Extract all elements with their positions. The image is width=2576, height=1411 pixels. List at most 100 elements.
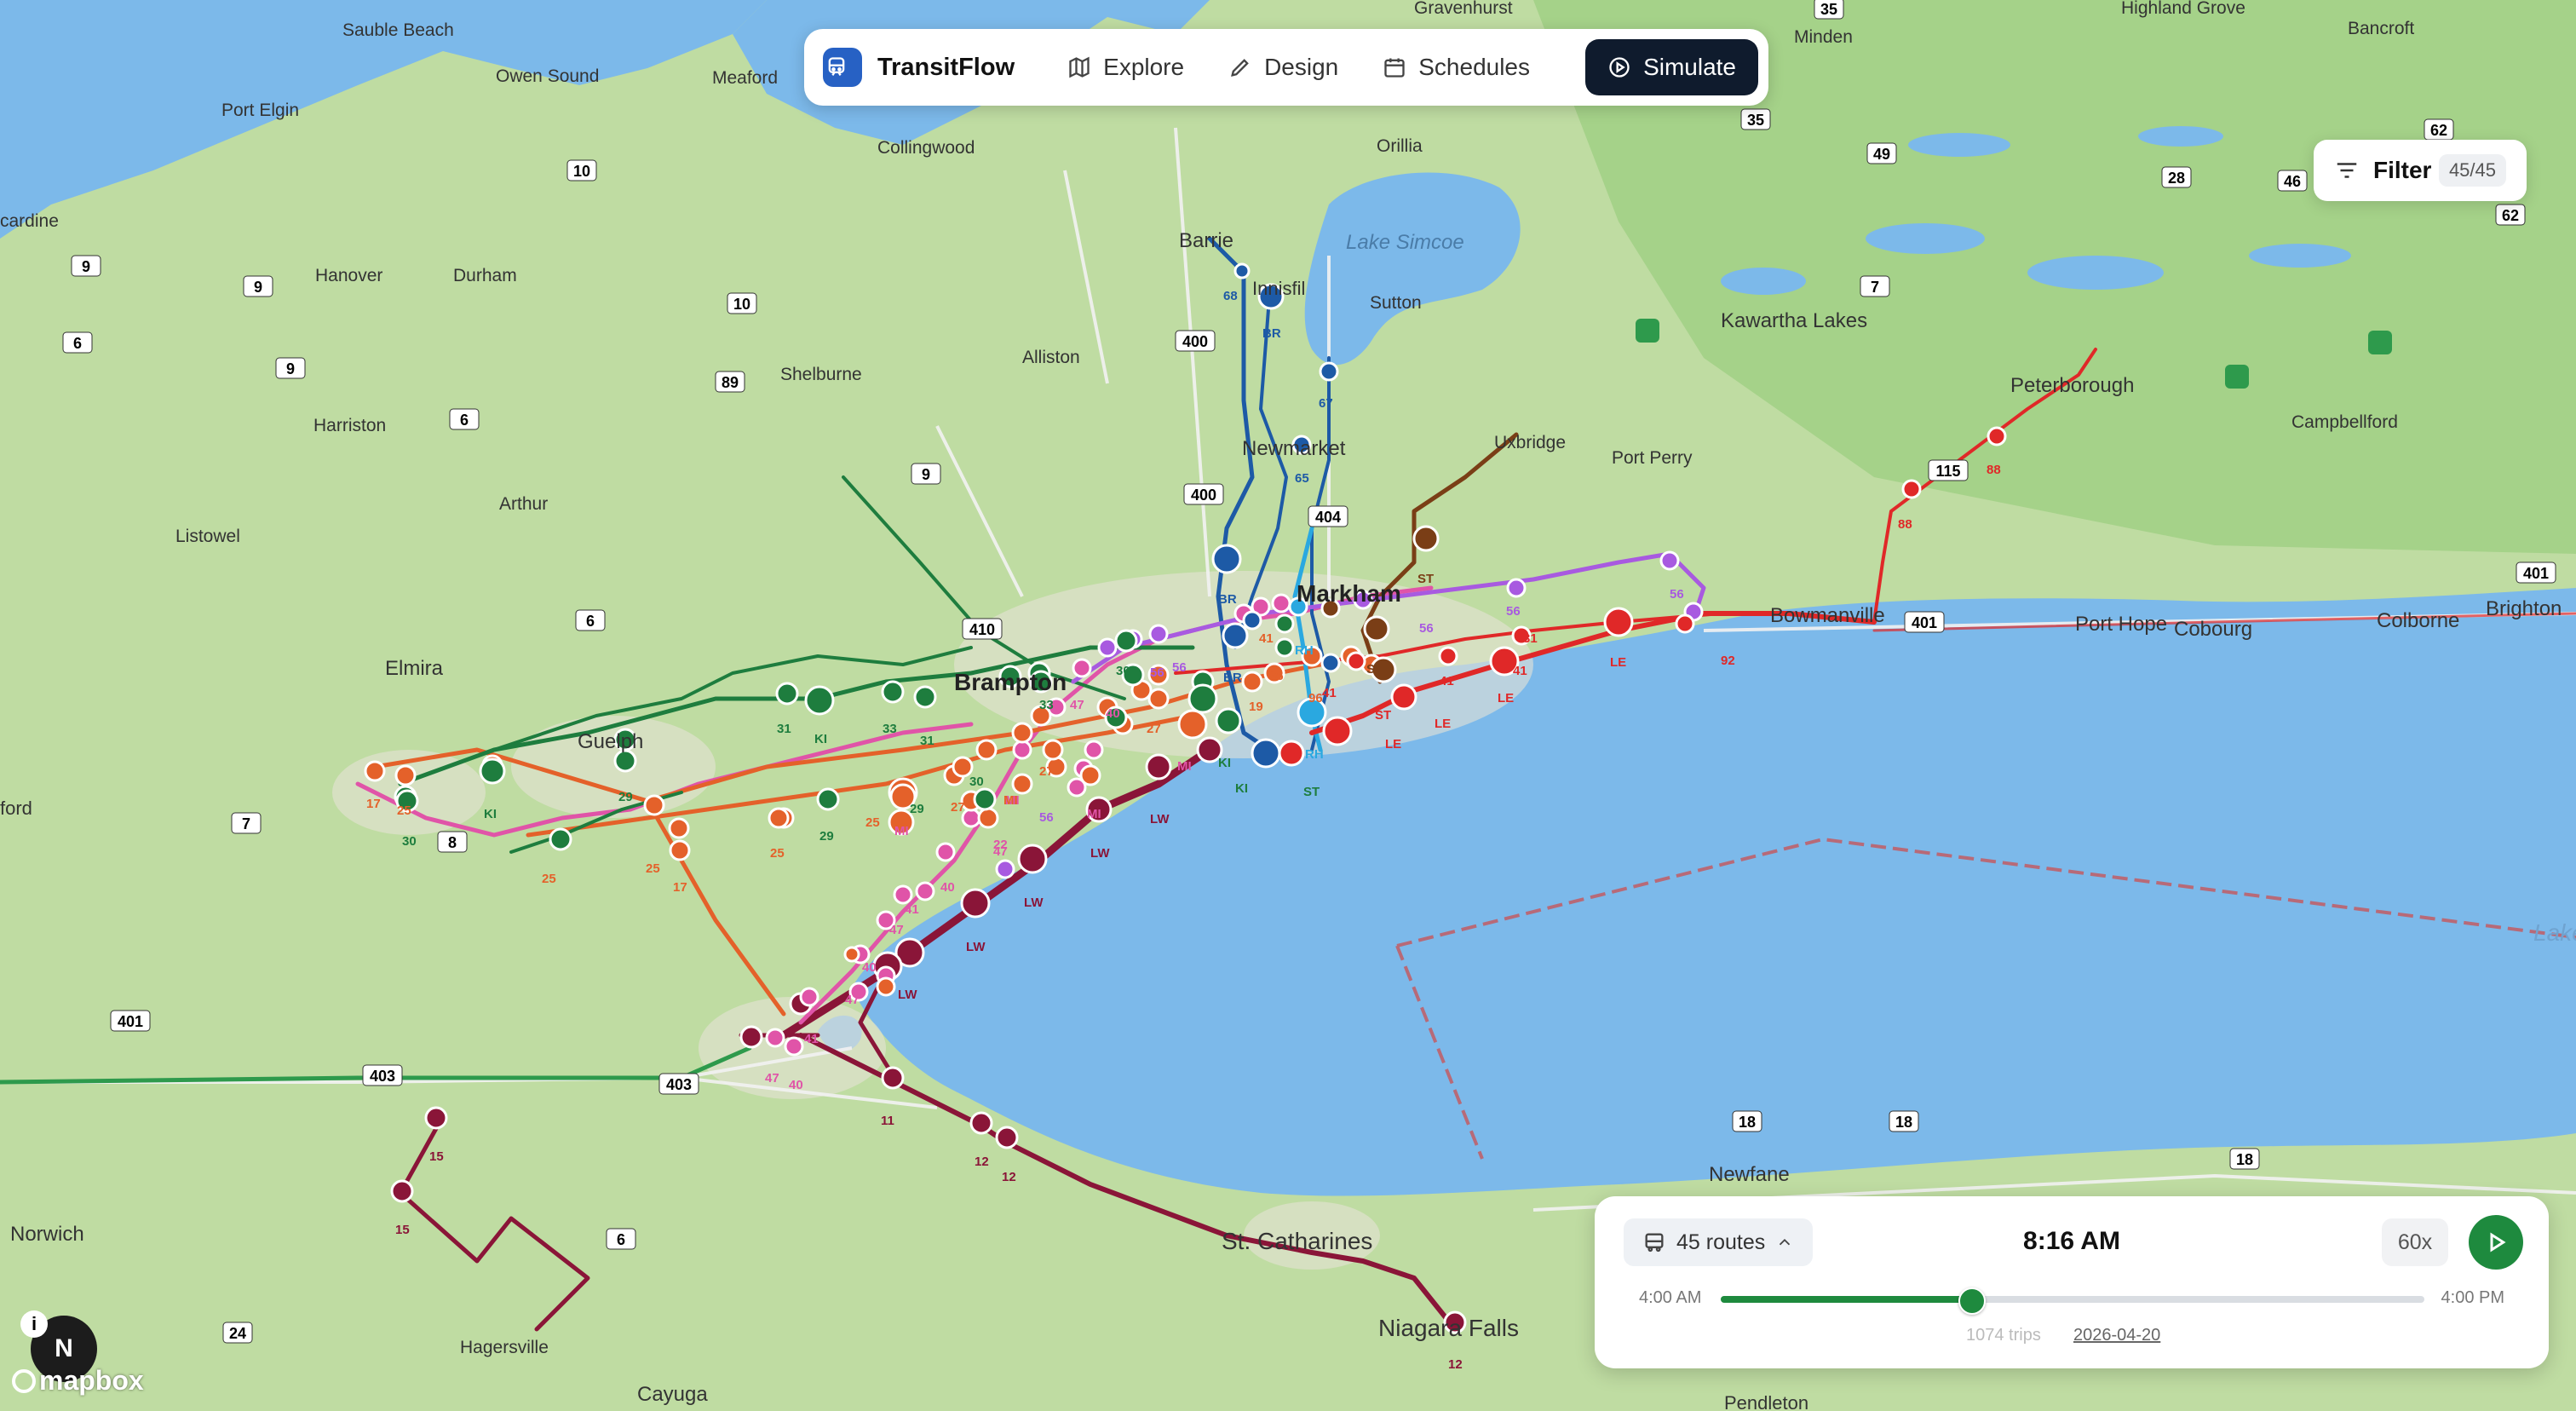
lake <box>1866 223 1985 254</box>
svg-text:40: 40 <box>789 1078 803 1092</box>
date-link[interactable]: 2026-04-20 <box>2073 1326 2160 1345</box>
svg-text:65: 65 <box>1295 471 1309 486</box>
svg-text:ST: ST <box>1417 572 1434 586</box>
svg-text:31: 31 <box>920 734 934 748</box>
svg-text:Norwich: Norwich <box>10 1223 84 1246</box>
nav-explore-label: Explore <box>1103 54 1185 80</box>
filter-button[interactable]: Filter 45/45 <box>2314 140 2527 201</box>
lake <box>1721 268 1806 295</box>
svg-text:41: 41 <box>1259 631 1274 646</box>
svg-text:40: 40 <box>1106 706 1120 721</box>
svg-text:27: 27 <box>1147 722 1161 736</box>
svg-text:25: 25 <box>865 815 880 830</box>
svg-text:Bancroft: Bancroft <box>2348 19 2414 38</box>
nav-simulate[interactable]: Simulate <box>1585 39 1758 95</box>
svg-text:68: 68 <box>1223 289 1238 303</box>
svg-text:89: 89 <box>722 374 739 391</box>
svg-text:Sutton: Sutton <box>1370 293 1422 313</box>
nav-design[interactable]: Design <box>1206 39 1360 95</box>
svg-text:ST: ST <box>1375 708 1391 723</box>
svg-text:Shelburne: Shelburne <box>780 365 862 384</box>
svg-text:62: 62 <box>2502 207 2519 224</box>
svg-text:MI: MI <box>894 824 909 838</box>
svg-text:12: 12 <box>1002 1170 1016 1184</box>
svg-text:LE: LE <box>1435 717 1451 731</box>
svg-text:96: 96 <box>1269 669 1284 683</box>
svg-text:41: 41 <box>804 1032 819 1046</box>
svg-text:Lake O: Lake O <box>2533 919 2576 946</box>
end-time: 4:00 PM <box>2441 1288 2504 1307</box>
svg-text:62: 62 <box>2430 122 2447 139</box>
lake <box>2027 256 2164 290</box>
svg-text:Port Elgin: Port Elgin <box>221 101 299 120</box>
svg-text:30: 30 <box>1116 664 1130 678</box>
play-circle-icon <box>1609 57 1630 78</box>
svg-text:29: 29 <box>910 802 924 816</box>
svg-text:19: 19 <box>1249 700 1263 714</box>
svg-text:49: 49 <box>1873 146 1890 163</box>
svg-text:Newfane: Newfane <box>1709 1163 1790 1186</box>
play-icon <box>2490 1232 2506 1253</box>
svg-text:30: 30 <box>402 834 417 849</box>
svg-text:Brampton: Brampton <box>954 669 1067 695</box>
svg-text:Brighton: Brighton <box>2486 597 2562 620</box>
svg-text:28: 28 <box>2168 170 2185 187</box>
timeline-progress <box>1721 1296 1971 1303</box>
info-icon[interactable]: i <box>20 1310 48 1338</box>
svg-text:6: 6 <box>460 412 469 429</box>
svg-text:Kawartha Lakes: Kawartha Lakes <box>1721 309 1867 332</box>
svg-text:25: 25 <box>542 872 556 886</box>
svg-text:41: 41 <box>1440 674 1454 688</box>
svg-text:cardine: cardine <box>0 211 59 231</box>
svg-text:LW: LW <box>1024 896 1044 910</box>
svg-text:92: 92 <box>1721 654 1735 668</box>
svg-text:29: 29 <box>618 790 633 804</box>
svg-text:56: 56 <box>1039 810 1054 825</box>
svg-text:MI: MI <box>1003 793 1018 808</box>
svg-text:RH: RH <box>1305 747 1324 762</box>
pencil-icon <box>1231 59 1249 77</box>
svg-text:9: 9 <box>254 279 262 296</box>
svg-text:Colborne: Colborne <box>2377 609 2459 632</box>
svg-text:Harriston: Harriston <box>313 416 386 435</box>
speed-button[interactable]: 60x <box>2382 1218 2448 1266</box>
svg-text:25: 25 <box>397 803 411 818</box>
svg-text:Minden: Minden <box>1794 27 1853 47</box>
svg-text:Sauble Beach: Sauble Beach <box>342 20 454 40</box>
svg-text:Pendleton: Pendleton <box>1724 1392 1808 1411</box>
brand[interactable]: TransitFlow <box>814 39 1045 95</box>
svg-text:MI: MI <box>1177 759 1192 774</box>
svg-text:40: 40 <box>940 880 955 895</box>
svg-text:Niagara Falls: Niagara Falls <box>1378 1315 1519 1341</box>
start-time: 4:00 AM <box>1639 1288 1702 1307</box>
svg-text:7: 7 <box>242 815 250 832</box>
svg-text:404: 404 <box>1315 509 1341 526</box>
svg-text:403: 403 <box>666 1076 692 1093</box>
timeline-thumb[interactable] <box>1958 1287 1987 1315</box>
nav-explore[interactable]: Explore <box>1045 39 1206 95</box>
svg-text:27: 27 <box>951 800 965 815</box>
filter-label: Filter <box>2373 157 2432 183</box>
svg-text:Lake Simcoe: Lake Simcoe <box>1346 231 1464 254</box>
svg-text:22: 22 <box>993 838 1008 852</box>
svg-text:18: 18 <box>1895 1114 1912 1131</box>
svg-text:401: 401 <box>2523 565 2549 582</box>
svg-text:11: 11 <box>881 1114 894 1128</box>
brand-name: TransitFlow <box>877 53 1015 81</box>
svg-text:Listowel: Listowel <box>175 527 240 546</box>
svg-text:Alliston: Alliston <box>1022 348 1080 367</box>
play-button[interactable] <box>2469 1215 2523 1270</box>
svg-text:17: 17 <box>673 880 687 895</box>
timeline-slider[interactable] <box>1721 1287 2424 1315</box>
svg-text:15: 15 <box>429 1149 444 1164</box>
svg-text:46: 46 <box>2284 173 2301 190</box>
svg-text:KI: KI <box>1235 781 1248 796</box>
svg-text:Arthur: Arthur <box>499 494 548 514</box>
svg-text:KI: KI <box>1218 756 1231 770</box>
map-icon <box>1069 56 1090 78</box>
svg-text:18: 18 <box>1739 1114 1756 1131</box>
svg-text:Uxbridge: Uxbridge <box>1494 433 1566 452</box>
svg-text:Owen Sound: Owen Sound <box>496 66 599 86</box>
nav-schedules[interactable]: Schedules <box>1360 39 1552 95</box>
simulation-panel: 45 routes 8:16 AM 60x 4:00 AM 4:00 PM 10… <box>1595 1196 2549 1368</box>
